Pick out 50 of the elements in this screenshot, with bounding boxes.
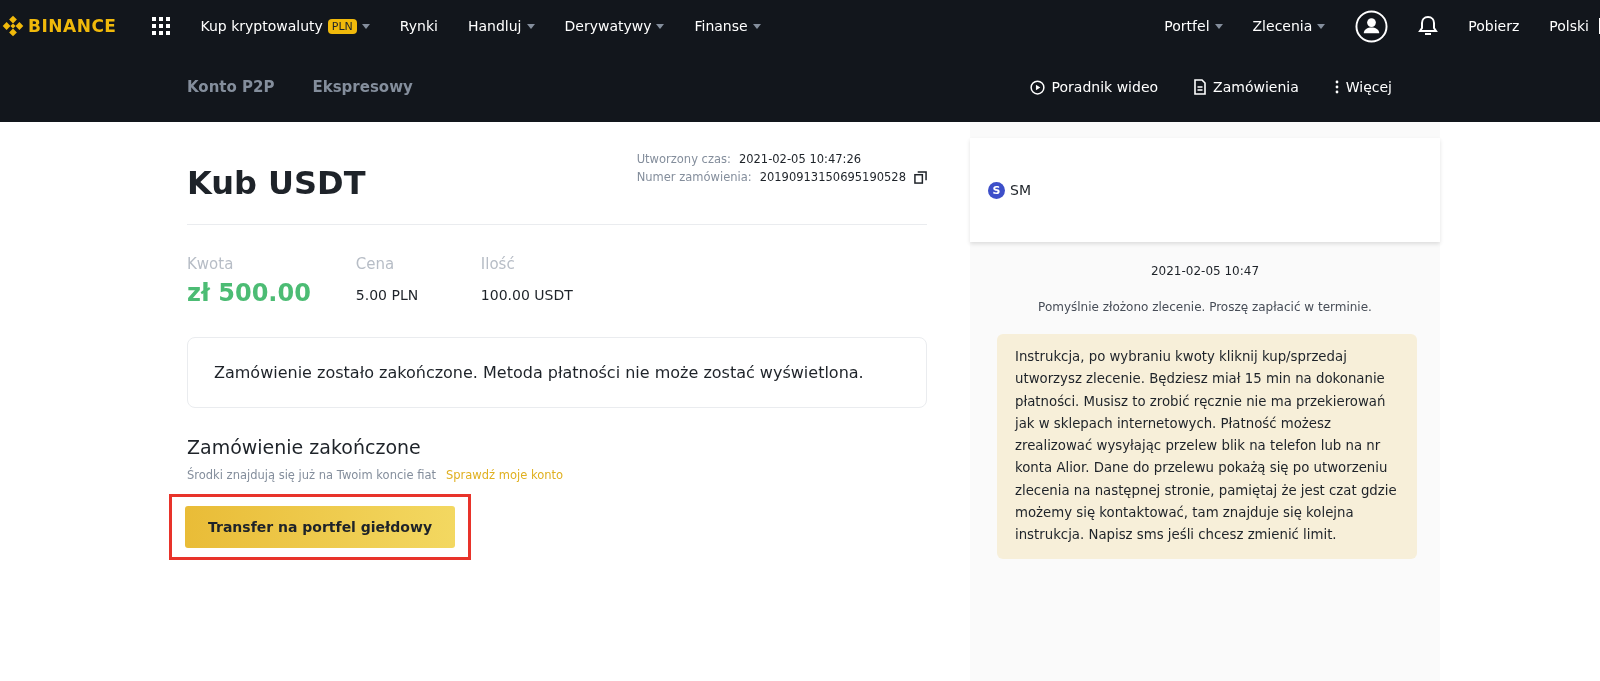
caret-icon [1317,23,1326,29]
stat-value: zł 500.00 [187,279,311,307]
app-grid-icon[interactable] [152,17,171,35]
caret-icon [1214,23,1223,29]
caret-icon [656,23,665,29]
stat-label: Kwota [187,255,235,273]
stat-label: Ilość [480,255,516,273]
toolbar-link[interactable]: Więcej [1334,79,1392,95]
document-icon [1194,79,1207,95]
meta-value: 20190913150695190528 [759,170,906,184]
toolbar-link[interactable]: Poradnik wideo [1029,79,1159,95]
notice-text: Zamówienie zostało zakończone. Metoda płatności nie może zostać wyświetlona. [214,363,864,382]
caret-icon [752,23,761,29]
meta-label: Numer zamówienia: [636,170,752,184]
nav-link[interactable]: Polski [1549,18,1589,34]
order-title: Kub USDT [187,164,366,202]
stat-value: 100.00 USDT [480,287,573,303]
status-heading: Zamówienie zakończone [187,436,422,458]
stat-value: 5.00 PLN [355,287,420,303]
notification-bell-icon[interactable] [1418,15,1439,37]
nav-menu-item[interactable]: Derywatywy [564,18,652,34]
caret-icon [526,23,535,29]
play-circle-icon [1029,79,1045,95]
chat-message: Instrukcja, po wybraniu kwoty kliknij kup/sprzedaj utworzysz zlecenie. Będziesz miał 15 min na dokonanie płatności. Musisz to zrobić ręcznie nie ma przekierowań jak w sklepach internetowych. Płatność możesz zrealizować wysyłając przelew blik na telefon lub na nr konta Alior. Dane do przelewu pokażą się po utworzeniu zlecenia na następnej stronie, pamiętaj że jest czat gdzie możemy się kontaktować, tam znajduje się kolejna instrukcja. Napisz sms jeśli chcesz zmienić limit. [997,334,1417,559]
currency-badge: PLN [327,18,357,34]
nav-menu-item[interactable]: Handluj [467,18,522,34]
nav-menu-item[interactable]: Portfel [1164,18,1210,34]
avatar-initial: S [988,181,1005,199]
chat-timestamp: 2021-02-05 10:47 [1150,264,1260,278]
nav-menu-item[interactable]: Rynki [399,18,438,34]
diamond-logo-icon[interactable] [2,15,24,37]
nav-menu-item[interactable]: Kup kryptowaluty [200,18,323,34]
system-message: Pomyślnie złożono zlecenie. Proszę zapłacić w terminie. [1038,300,1372,314]
stat-label: Cena [355,255,396,273]
status-text: Środki znajdują się już na Twoim koncie fiat [187,468,436,482]
caret-icon [361,23,370,29]
nav-link[interactable]: Pobierz [1468,18,1520,34]
nav-menu-item[interactable]: Zlecenia [1252,18,1313,34]
user-name: SM [1010,182,1031,198]
meta-value: 2021-02-05 10:47:26 [738,152,862,166]
copy-icon[interactable] [914,170,927,184]
more-vertical-icon [1334,80,1339,94]
navigation-tab[interactable]: Konto P2P [187,78,275,96]
nav-menu-item[interactable]: Finanse [694,18,748,34]
user-profile-icon[interactable] [1355,9,1389,43]
transfer-button[interactable]: Transfer na portfel giełdowy [185,506,455,548]
meta-label: Utworzony czas: [636,152,731,166]
toolbar-link[interactable]: Zamówienia [1194,79,1299,95]
navigation-tab[interactable]: Ekspresowy [312,78,413,96]
logo-wordmark[interactable]: BINANCE [28,16,117,36]
